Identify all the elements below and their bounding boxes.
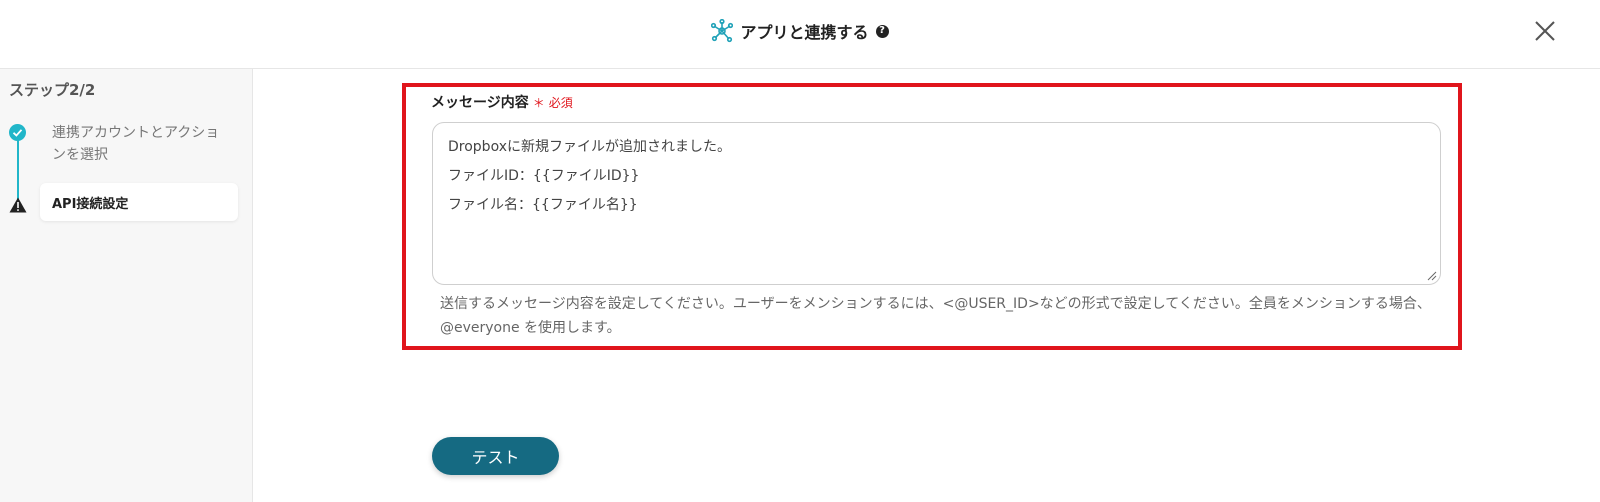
resize-grip-icon[interactable] — [1427, 271, 1437, 281]
required-badge: 必須 — [548, 95, 573, 110]
question-circle-icon[interactable]: ? — [875, 24, 889, 38]
required-asterisk: ＊ — [532, 95, 545, 110]
step-1-label[interactable]: 連携アカウントとアクションを選択 — [52, 122, 227, 166]
message-line-3: ファイル名：{{ファイル名}} — [448, 197, 638, 213]
test-button[interactable]: テスト — [432, 437, 559, 475]
step-2-label: API接続設定 — [52, 196, 129, 212]
message-field-label: メッセージ内容 ＊ 必須 — [431, 92, 573, 112]
step-connector-line — [17, 137, 19, 203]
step-2-item[interactable]: API接続設定 — [40, 183, 238, 221]
step-heading: ステップ2/2 — [9, 81, 96, 99]
modal-header: アプリと連携する ? — [0, 0, 1600, 69]
message-line-2: ファイルID：{{ファイルID}} — [448, 168, 640, 184]
close-button[interactable] — [1532, 18, 1558, 44]
message-label: メッセージ内容 — [431, 95, 529, 111]
check-circle-icon — [9, 124, 26, 141]
network-hub-icon — [711, 19, 734, 43]
header-title-group: アプリと連携する ? — [0, 18, 1600, 44]
close-icon — [1535, 21, 1555, 41]
steps-sidebar: ステップ2/2 連携アカウントとアクションを選択 API接続設定 — [0, 69, 253, 502]
message-help-text: 送信するメッセージ内容を設定してください。ユーザーをメンションするには、<@US… — [440, 296, 1431, 336]
warning-icon — [9, 197, 27, 213]
message-textarea[interactable]: Dropboxに新規ファイルが追加されました。 ファイルID：{{ファイルID}… — [432, 122, 1441, 285]
message-line-1: Dropboxに新規ファイルが追加されました。 — [448, 139, 731, 155]
modal-title: アプリと連携する — [740, 23, 869, 42]
